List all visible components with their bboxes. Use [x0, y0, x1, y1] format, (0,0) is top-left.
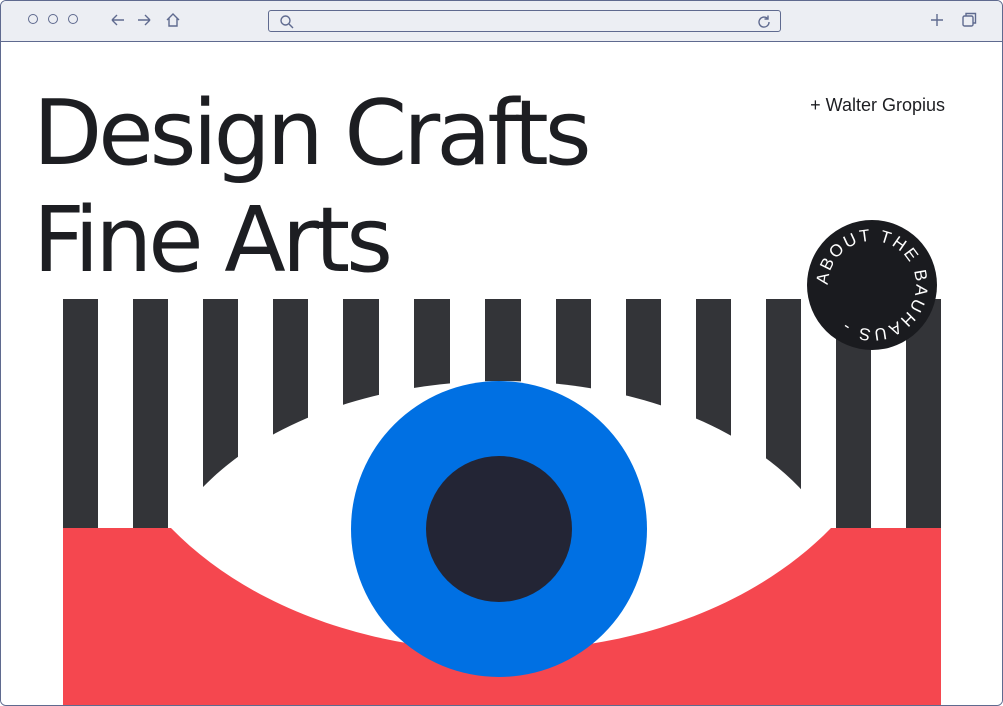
pupil	[426, 456, 572, 602]
about-bauhaus-badge[interactable]: ABOUT THE BAUHAUS -	[807, 220, 937, 350]
title-line-1: Design Crafts	[33, 81, 592, 186]
search-icon	[280, 15, 294, 29]
author-link[interactable]: + Walter Gropius	[810, 95, 945, 116]
reload-icon[interactable]	[756, 14, 772, 30]
home-button[interactable]	[163, 9, 183, 31]
tabs-overview-button[interactable]	[959, 9, 979, 31]
arrow-left-icon	[111, 14, 124, 26]
window-close-button[interactable]	[28, 14, 38, 24]
plus-icon	[931, 14, 943, 26]
browser-window: Design Crafts Fine Arts + Walter Gropius…	[0, 0, 1003, 706]
page-title: Design Crafts Fine Arts	[33, 80, 592, 294]
arrow-right-icon	[138, 14, 151, 26]
address-bar[interactable]	[268, 10, 781, 32]
new-tab-button[interactable]	[927, 9, 947, 31]
forward-button[interactable]	[134, 9, 154, 31]
tabs-icon	[962, 12, 977, 27]
back-button[interactable]	[108, 9, 128, 31]
web-page: Design Crafts Fine Arts + Walter Gropius…	[1, 42, 1002, 705]
window-maximize-button[interactable]	[68, 14, 78, 24]
title-line-2: Fine Arts	[33, 188, 393, 293]
browser-toolbar	[1, 1, 1002, 42]
window-minimize-button[interactable]	[48, 14, 58, 24]
home-icon	[166, 13, 180, 27]
